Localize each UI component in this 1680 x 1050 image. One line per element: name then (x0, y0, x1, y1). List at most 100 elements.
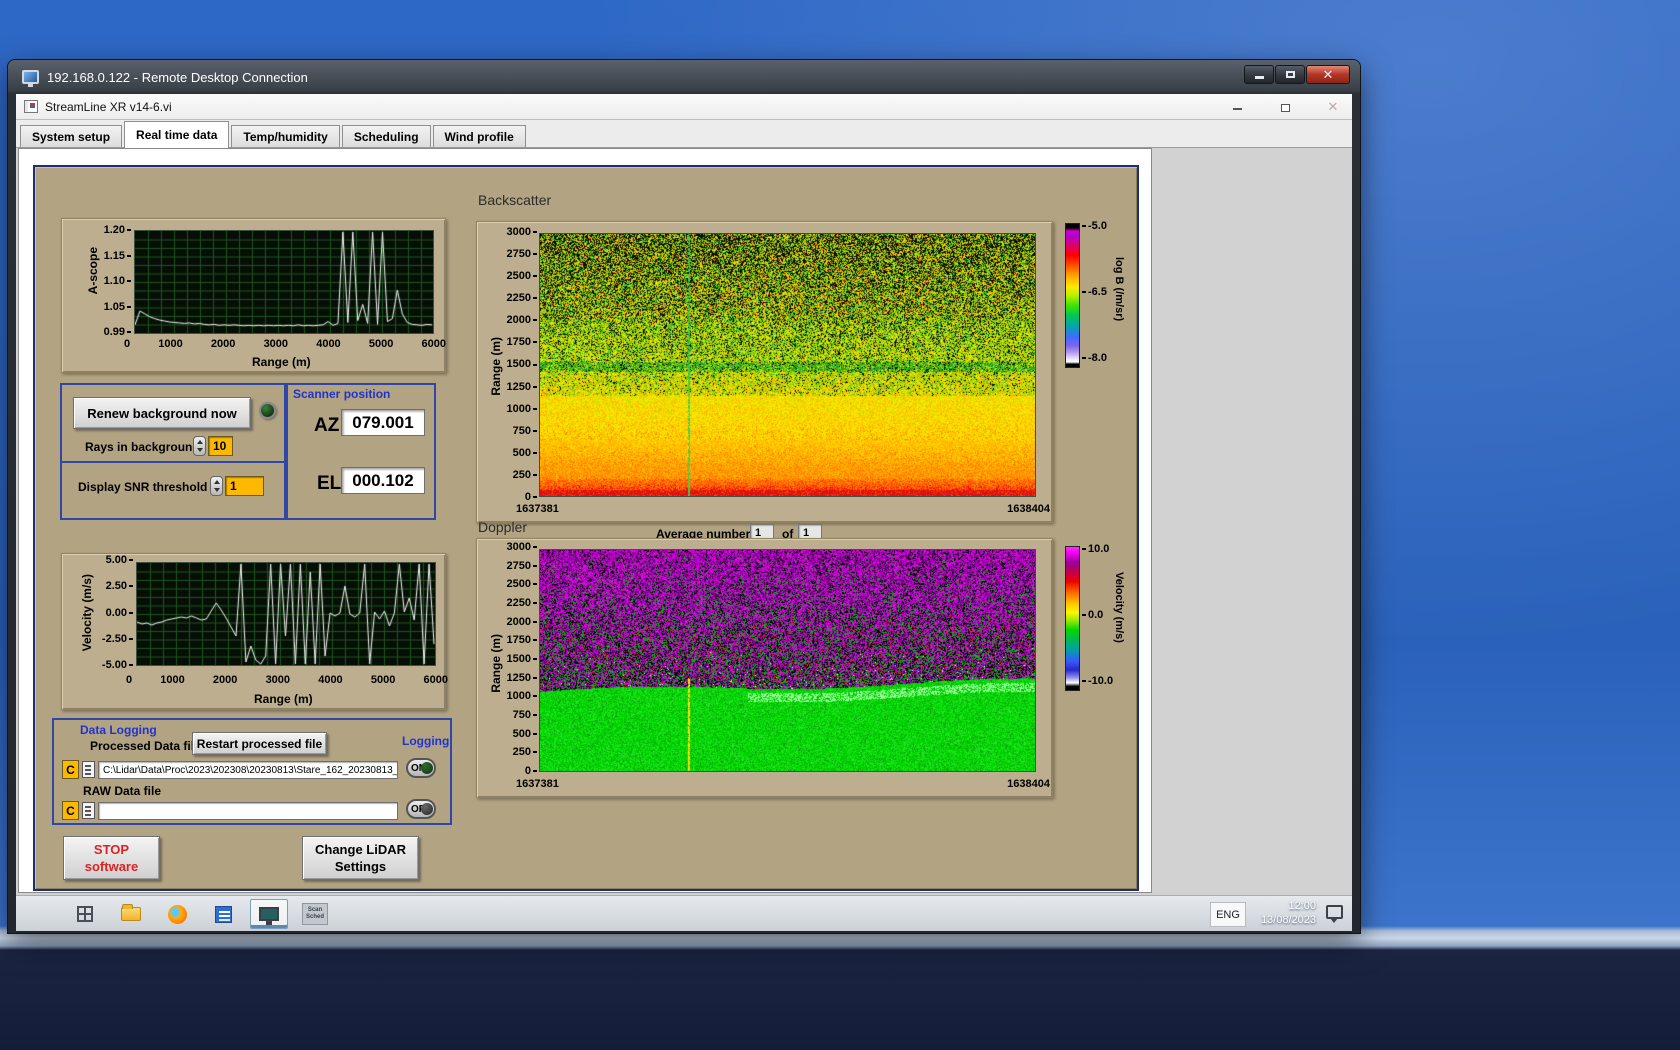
rays-spinner[interactable] (193, 436, 206, 456)
el-value: 000.102 (352, 470, 414, 490)
ascope-plot-area (134, 230, 434, 334)
tab-scheduling[interactable]: Scheduling (341, 125, 431, 147)
tick-label: 2750 (507, 560, 537, 572)
doppler-heatmap-canvas (540, 550, 1035, 771)
velocity-y-ticks: 5.00 2.50 0.00 -2.50 -5.00 (93, 555, 133, 671)
el-readout: 000.102 (341, 467, 425, 494)
taskbar-streamline-app-button[interactable] (250, 899, 288, 929)
tick-label: 1.10 (104, 276, 131, 287)
snr-spinner[interactable] (210, 476, 223, 496)
doppler-colorbar-label: Velocity (m/s) (1113, 572, 1125, 643)
tick-label: 3000 (507, 227, 537, 238)
doppler-x-labels: 1637381 1638404 (516, 778, 1050, 790)
tick-label: -2.50 (102, 633, 133, 645)
tick-label: 1.15 (104, 250, 131, 262)
tick-label: 6000 (423, 674, 448, 686)
doppler-y-ticks: 3000 2750 2500 2250 2000 1750 1500 1250 1000 750 5… (501, 542, 537, 777)
rays-value-field[interactable]: 10 (208, 436, 233, 456)
background-led-indicator (259, 402, 276, 419)
tick-label: 1500 (507, 653, 537, 665)
restart-processed-file-button[interactable]: Restart processed file (192, 732, 327, 755)
doppler-plot-area (539, 549, 1036, 772)
tick-label: 2000 (210, 338, 236, 350)
doppler-title: Doppler (478, 519, 528, 535)
tab-system-setup[interactable]: System setup (20, 125, 123, 147)
tick-label: 1250 (507, 381, 537, 393)
renew-background-label: Renew background now (87, 405, 237, 421)
raw-browse-icon[interactable] (82, 802, 95, 819)
taskbar-clock[interactable]: 12:00 13/08/2023 (1250, 899, 1316, 929)
tab-label: Real time data (136, 128, 218, 142)
processed-logging-toggle[interactable]: ON (406, 758, 436, 778)
taskbar-file-explorer-button[interactable] (112, 899, 150, 929)
tick-label: 2.50 (106, 581, 133, 592)
processed-path-field[interactable]: C:\Lidar\Data\Proc\2023\202308\20230813\… (98, 761, 398, 779)
rdp-titlebar[interactable]: 192.168.0.122 - Remote Desktop Connectio… (8, 60, 1360, 94)
backscatter-graph: Range (m) 3000 2750 2500 2250 2000 1750 1500 12… (476, 221, 1053, 523)
raw-drive-selector[interactable]: C (62, 801, 79, 820)
tab-label: Scheduling (353, 129, 419, 144)
raw-logging-toggle[interactable]: OFF (406, 799, 436, 819)
processed-browse-icon[interactable] (82, 761, 95, 778)
snr-value-field[interactable]: 1 (225, 476, 264, 496)
notification-bubble-icon[interactable] (1326, 905, 1343, 923)
tick-label: 5.00 (106, 555, 133, 566)
firefox-icon (167, 904, 187, 924)
scanner-position-title: Scanner position (293, 387, 391, 401)
tick-label: 4000 (318, 674, 343, 686)
tick-label: -8.0 (1082, 353, 1107, 364)
tick-label: 6000 (421, 338, 446, 350)
language-indicator[interactable]: ENG (1210, 902, 1246, 927)
tick-label: 3000 (263, 338, 289, 350)
taskbar-task-view-button[interactable] (66, 899, 104, 929)
tick-label: 2000 (212, 674, 238, 686)
tick-label: 2250 (507, 597, 537, 609)
rdp-maximize-button[interactable] (1275, 65, 1305, 84)
stop-line1: STOP (93, 842, 130, 857)
stop-software-button[interactable]: STOP software (63, 836, 160, 880)
ascope-plot-canvas (135, 231, 433, 333)
rdp-minimize-button[interactable] (1244, 65, 1274, 84)
snr-threshold-label: Display SNR threshold (78, 480, 208, 494)
tick-label: -5.00 (102, 660, 133, 671)
rays-value: 10 (213, 439, 227, 453)
scanner-position-box: Scanner position AZ 079.001 EL 000.102 (286, 383, 436, 520)
velocity-plot-area (136, 562, 436, 666)
folder-icon (121, 904, 141, 921)
change-lidar-settings-button[interactable]: Change LiDAR Settings (302, 836, 419, 880)
renew-background-button[interactable]: Renew background now (73, 397, 251, 429)
rdp-close-button[interactable]: ✕ (1306, 65, 1350, 84)
tick-label: 0.00 (106, 607, 133, 619)
scan-scheduler-icon: Scan Sched (302, 903, 328, 925)
tab-wind-profile[interactable]: Wind profile (432, 125, 526, 147)
change-line2: Settings (334, 859, 387, 874)
tick-label: 0.0 (1082, 610, 1113, 621)
processed-drive-selector[interactable]: C (62, 760, 79, 779)
app-minimize-button[interactable] (1226, 100, 1248, 115)
minimize-icon (1254, 76, 1264, 79)
tick-label: 250 (513, 469, 537, 481)
drive-letter: C (66, 762, 75, 777)
raw-path-field[interactable] (98, 802, 398, 820)
taskbar-firefox-button[interactable] (158, 899, 196, 929)
stop-line2: software (84, 859, 139, 874)
tick-label: 2750 (507, 249, 537, 260)
drive-letter: C (66, 803, 75, 818)
taskbar-scan-scheduler-button[interactable]: Scan Sched (296, 899, 334, 929)
blue-document-icon (214, 905, 232, 923)
tick-label: 5000 (370, 674, 396, 686)
backscatter-x-start: 1637381 (516, 503, 559, 515)
taskbar-notes-app-button[interactable] (204, 899, 242, 929)
tab-label: System setup (32, 129, 111, 144)
app-titlebar[interactable]: StreamLine XR v14-6.vi ✕ (16, 94, 1352, 120)
backscatter-colorbar-ticks: -5.0 -6.5 -8.0 (1082, 221, 1107, 364)
tick-label: 3000 (507, 542, 537, 553)
app-close-button[interactable]: ✕ (1322, 99, 1344, 115)
tab-real-time-data[interactable]: Real time data (124, 121, 230, 148)
app-maximize-button[interactable] (1274, 100, 1296, 115)
lidar-front-panel: A-scope 1.20 1.15 1.10 1.05 0.99 0 1000 2000 30… (33, 165, 1139, 891)
controls-divider (62, 461, 284, 463)
tab-temp-humidity[interactable]: Temp/humidity (231, 125, 340, 147)
maximize-icon (1285, 71, 1295, 78)
tick-label: 750 (513, 709, 537, 721)
